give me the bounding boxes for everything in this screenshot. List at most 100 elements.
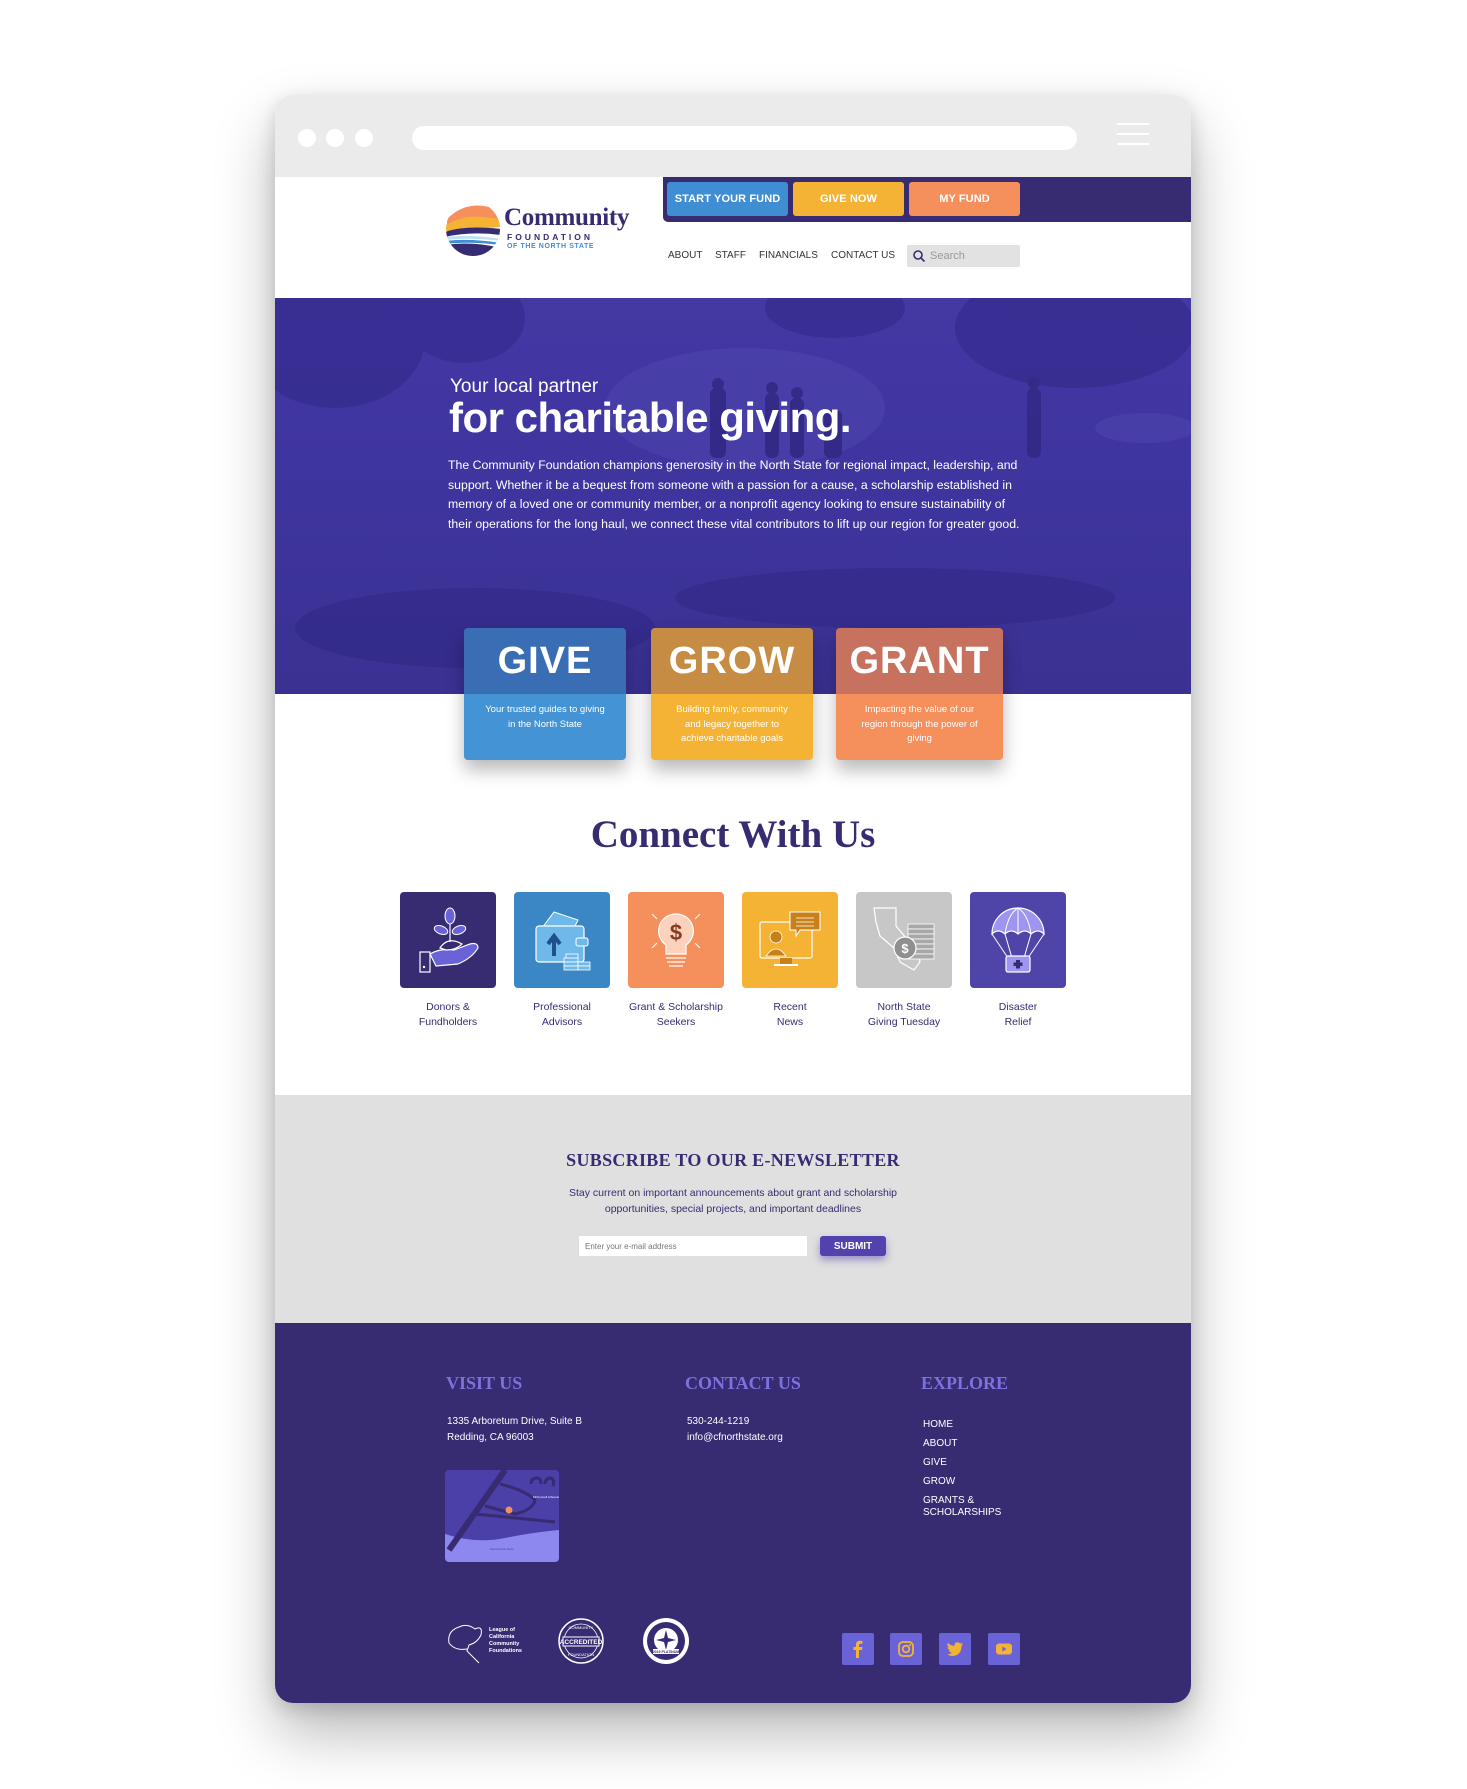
league-badge[interactable]: League of California Community Foundatio… [445,1621,535,1667]
nav-financials[interactable]: FINANCIALS [759,250,818,261]
grow-card[interactable]: GROW Building family, community and lega… [651,628,813,760]
visit-us-heading: VISIT US [446,1373,523,1393]
hero-body: The Community Foundation champions gener… [448,458,1020,531]
give-now-button[interactable]: GIVE NOW [793,182,904,216]
search-input[interactable]: Search [907,245,1020,267]
contact-us-heading: CONTACT US [685,1373,801,1393]
start-your-fund-button[interactable]: START YOUR FUND [667,182,788,216]
card-text: Impacting the value of our region throug… [861,704,978,744]
search-icon [913,250,926,263]
tile-grant-scholarship-seekers[interactable]: $ [628,892,724,988]
transparency-seal-icon: 2019 PLATINUM [643,1618,689,1664]
email-input[interactable] [579,1236,807,1256]
window-dot-icon[interactable] [298,129,316,147]
tile-north-state-giving-tuesday[interactable]: $ [856,892,952,988]
logo-region: OF THE NORTH STATE [507,243,595,250]
california-coins-icon: $ [873,907,935,971]
accredited-top-text: COMMUNITY [569,1625,594,1630]
map-label: Sacramento River [490,1547,514,1551]
browser-chrome [275,95,1191,177]
parachute-aid-icon [991,907,1045,973]
link-line: GRANTS & [923,1495,975,1506]
give-card[interactable]: GIVE Your trusted guides to giving in th… [464,628,626,760]
submit-button[interactable]: SUBMIT [820,1236,886,1256]
connect-title: Connect With Us [590,813,876,856]
transparency-seal[interactable]: 2019 PLATINUM [641,1616,691,1666]
label-line: Grant & Scholarship [629,1001,723,1013]
label-line: Giving Tuesday [867,1015,941,1028]
hand-plant-icon [419,907,479,973]
footer-link-grow[interactable]: GROW [923,1476,955,1488]
footer-link-about[interactable]: ABOUT [923,1438,957,1450]
svg-text:$: $ [670,920,682,945]
label-line: Advisors [541,1015,583,1028]
label-line: Relief [1004,1015,1032,1028]
nav-about[interactable]: ABOUT [668,250,702,261]
card-title: GIVE [497,640,593,682]
card-title: GRANT [849,640,990,682]
league-line: California [489,1634,515,1640]
tile-donors-fundholders[interactable] [400,892,496,988]
contact-info: 530-244-1219 info@cfnorthstate.org [687,1414,783,1446]
svg-text:$: $ [901,941,909,956]
twitter-button[interactable] [939,1633,971,1665]
hamburger-menu-icon[interactable] [1117,121,1149,145]
logo-wordmark: Community [504,204,630,231]
window-dot-icon[interactable] [355,129,373,147]
wallet-coins-icon [535,911,591,971]
youtube-button[interactable] [988,1633,1020,1665]
tile-recent-news[interactable] [742,892,838,988]
tile-label-disaster-relief[interactable]: Disaster Relief [948,1000,1088,1029]
my-fund-button[interactable]: MY FUND [909,182,1020,216]
league-text: League of California Community Foundatio… [489,1627,522,1655]
address-line: Redding, CA 96003 [447,1432,534,1443]
footer-link-give[interactable]: GIVE [923,1457,947,1469]
label-line: News [776,1015,804,1028]
explore-heading: EXPLORE [921,1373,1009,1393]
monitor-chat-icon [759,911,821,966]
label-line: Donors & [426,1001,470,1013]
label-line: Seekers [656,1015,696,1028]
label-line: Fundholders [418,1015,478,1028]
nav-contact-us[interactable]: CONTACT US [831,250,895,261]
league-line: Community [489,1641,520,1647]
address-line: 1335 Arboretum Drive, Suite B [447,1416,583,1427]
footer-link-home[interactable]: HOME [923,1419,953,1431]
facebook-button[interactable] [842,1633,874,1665]
phone-link[interactable]: 530-244-1219 [687,1416,749,1427]
logo[interactable]: Community FOUNDATION OF THE NORTH STATE [445,199,645,259]
lightbulb-dollar-icon: $ [651,913,701,967]
label-line: Recent [773,1001,807,1013]
hero-title: for charitable giving. [449,394,852,441]
link-line: SCHOLARSHIPS [923,1507,1002,1518]
newsletter-title: SUBSCRIBE TO OUR E-NEWSLETTER [566,1150,900,1170]
card-text: Building family, community and legacy to… [676,704,788,744]
location-map[interactable]: McConnell Arboretum & Gardens Sacramento… [445,1470,559,1562]
card-text: Your trusted guides to giving in the Nor… [485,704,605,730]
youtube-icon [996,1643,1012,1655]
transparency-year: 2019 PLATINUM [653,1650,680,1654]
label-line: Disaster [998,1001,1038,1013]
tile-disaster-relief[interactable] [970,892,1066,988]
tile-professional-advisors[interactable] [514,892,610,988]
instagram-button[interactable] [890,1633,922,1665]
twitter-icon [947,1642,963,1656]
nav-staff[interactable]: STAFF [715,250,746,261]
card-title: GROW [668,640,796,682]
description-line: Stay current on important announcements … [568,1187,898,1199]
newsletter-section: SUBSCRIBE TO OUR E-NEWSLETTER Stay curre… [275,1095,1191,1323]
top-action-bar: START YOUR FUND GIVE NOW MY FUND [663,177,1191,222]
footer-link-grants-scholarships[interactable]: GRANTS & SCHOLARSHIPS [923,1495,1001,1519]
league-line: League of [489,1627,515,1633]
site-header: Community FOUNDATION OF THE NORTH STATE … [275,177,1191,298]
league-line: Foundations [489,1648,522,1654]
address-bar[interactable] [412,126,1077,150]
sun-waves-logo-icon [446,202,500,256]
site-footer: VISIT US CONTACT US EXPLORE 1335 Arboret… [275,1323,1191,1703]
accredited-badge[interactable]: ACCREDITED COMMUNITY FOUNDATION [557,1617,605,1667]
email-link[interactable]: info@cfnorthstate.org [687,1432,783,1443]
accredited-text: ACCREDITED [560,1639,603,1646]
grant-card[interactable]: GRANT Impacting the value of our region … [836,628,1003,760]
map-label: McConnell Arboretum & Gardens [533,1495,559,1499]
window-dot-icon[interactable] [326,129,344,147]
